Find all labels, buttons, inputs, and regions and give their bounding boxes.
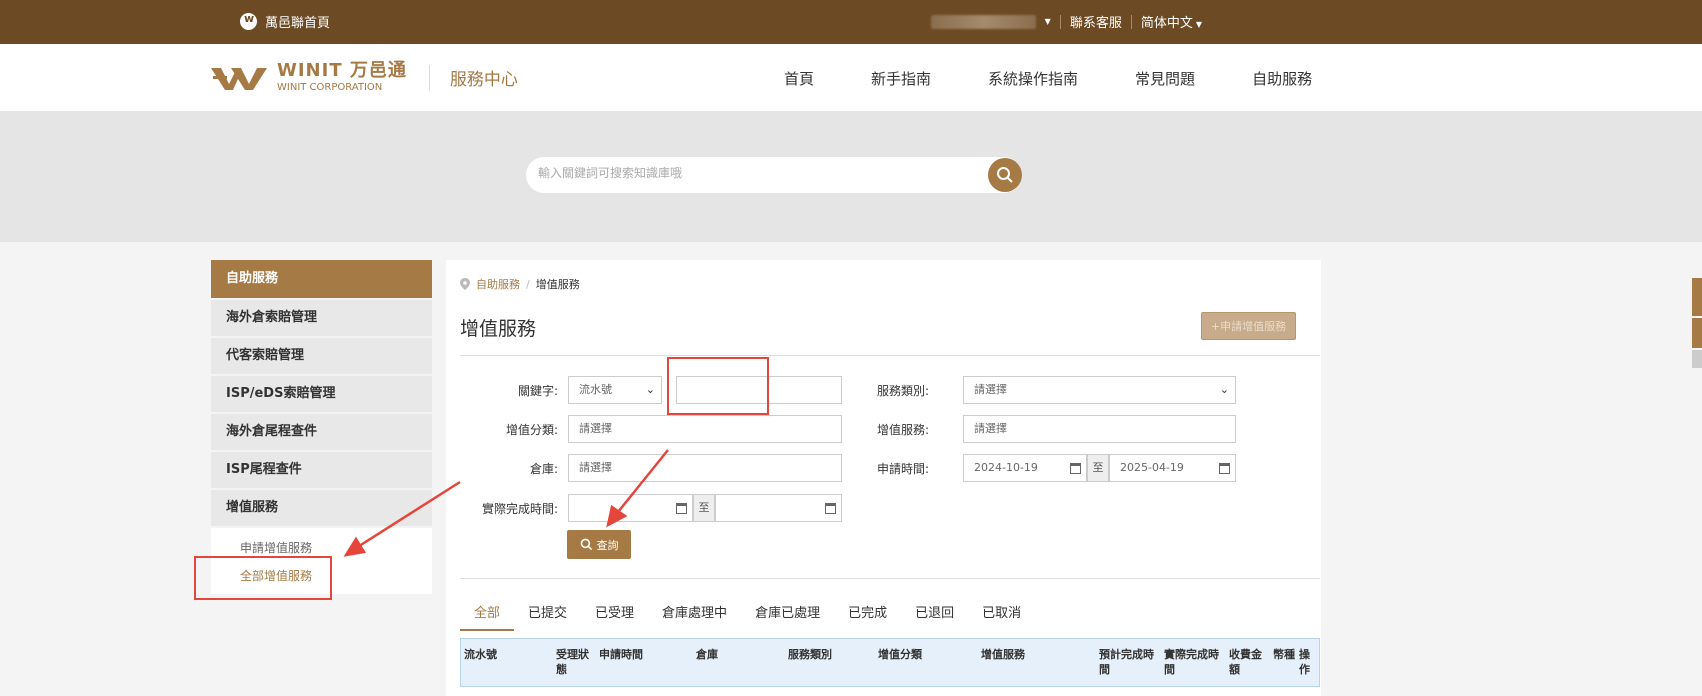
table-header: 流水號 受理狀態 申請時間 倉庫 服務類別 增值分類 增值服務 預計完成時間 實…: [460, 638, 1320, 687]
sidebar: 自助服務 海外倉索賠管理 代客索賠管理 ISP/eDS索賠管理 海外倉尾程查件 …: [211, 260, 432, 594]
search-icon: [580, 538, 592, 551]
main-nav: 首頁 新手指南 系統操作指南 常見問題 自助服務: [784, 68, 1312, 89]
sidebar-item-agent-claims[interactable]: 代客索賠管理: [211, 338, 432, 374]
search-input[interactable]: [538, 166, 958, 180]
float-tab-2[interactable]: [1692, 318, 1702, 348]
page-title: 增值服務: [460, 318, 537, 340]
col-fee: 收費金額: [1229, 648, 1262, 676]
search-button[interactable]: [988, 158, 1022, 192]
vas-label: 增值服務:: [876, 423, 929, 437]
query-button[interactable]: 查詢: [567, 530, 631, 559]
brand-mark: WINIT: [277, 60, 343, 81]
breadcrumb-current: 增值服務: [535, 278, 580, 291]
nav-beginner-guide[interactable]: 新手指南: [871, 68, 931, 89]
annotation-box-all-services: [194, 556, 332, 600]
calendar-icon: [1070, 463, 1081, 474]
nav-self-service[interactable]: 自助服務: [1252, 68, 1312, 89]
brand-en: WINIT CORPORATION: [277, 82, 383, 93]
brand-cn: 万邑通: [349, 60, 407, 81]
col-vas: 增值服務: [981, 648, 1025, 661]
tab-submitted[interactable]: 已提交: [514, 602, 581, 631]
service-type-select[interactable]: 請選擇 ⌄: [963, 376, 1236, 404]
home-link[interactable]: 萬邑聯首頁: [240, 12, 330, 31]
annotation-box-keyword: [667, 357, 769, 415]
nav-faq[interactable]: 常見問題: [1135, 68, 1195, 89]
apply-time-from[interactable]: 2024-10-19: [963, 454, 1087, 482]
float-tab-1[interactable]: [1692, 278, 1702, 316]
col-apply-time: 申請時間: [599, 648, 643, 661]
tab-warehouse-processing[interactable]: 倉庫處理中: [648, 602, 741, 631]
apply-time-to[interactable]: 2025-04-19: [1109, 454, 1236, 482]
nav-system-guide[interactable]: 系統操作指南: [988, 68, 1078, 89]
tab-warehouse-processed[interactable]: 倉庫已處理: [741, 602, 834, 631]
chevron-down-icon: ⌄: [1219, 383, 1229, 396]
tab-returned[interactable]: 已退回: [901, 602, 968, 631]
caret-down-icon[interactable]: ▼: [1045, 17, 1051, 26]
col-actual-time: 實際完成時間: [1164, 648, 1219, 676]
sidebar-item-isp-tracking[interactable]: ISP尾程查件: [211, 452, 432, 488]
tab-completed[interactable]: 已完成: [834, 602, 901, 631]
sidebar-item-overseas-claims[interactable]: 海外倉索賠管理: [211, 300, 432, 336]
caret-down-icon: ▼: [1195, 20, 1202, 29]
category-select[interactable]: 請選擇: [568, 415, 842, 443]
calendar-icon: [676, 503, 687, 514]
sidebar-item-value-added[interactable]: 增值服務: [211, 490, 432, 526]
top-bar: 萬邑聯首頁 ▼ 聯系客服 简体中文▼: [0, 0, 1702, 44]
chevron-down-icon: ⌄: [645, 383, 655, 396]
tab-cancelled[interactable]: 已取消: [968, 602, 1035, 631]
language-selector[interactable]: 简体中文 ▼: [1141, 12, 1202, 31]
col-service-type: 服務類別: [788, 648, 832, 661]
col-serial: 流水號: [464, 648, 497, 661]
winit-w-logo-icon: [211, 67, 267, 90]
sidebar-item-overseas-tracking[interactable]: 海外倉尾程查件: [211, 414, 432, 450]
tab-accepted[interactable]: 已受理: [581, 602, 648, 631]
service-type-label: 服務類別:: [876, 384, 929, 398]
search-icon: [997, 167, 1013, 183]
float-tab-3[interactable]: [1692, 350, 1702, 368]
warehouse-select[interactable]: 請選擇: [568, 454, 842, 482]
winit-logo-icon: [240, 12, 257, 30]
date-range-separator: 至: [693, 494, 715, 522]
breadcrumb: 自助服務 / 增值服務: [460, 276, 580, 292]
home-link-label: 萬邑聯首頁: [265, 16, 331, 31]
col-warehouse: 倉庫: [696, 648, 718, 661]
category-label: 增值分類:: [505, 423, 558, 437]
date-range-separator: 至: [1087, 454, 1109, 482]
vas-select[interactable]: 請選擇: [963, 415, 1236, 443]
col-action: 操作: [1299, 648, 1310, 676]
apply-time-label: 申請時間:: [876, 462, 929, 476]
col-category: 增值分類: [878, 648, 922, 661]
main-panel: 自助服務 / 增值服務 增值服務 +申請增值服務 關鍵字: 流水號 ⌄ 服務類別…: [446, 260, 1321, 696]
site-header: WINIT 万邑通 WINIT CORPORATION 服務中心 首頁 新手指南…: [0, 44, 1702, 111]
col-estimated-time: 預計完成時間: [1099, 648, 1154, 676]
knowledge-search: [526, 157, 1022, 193]
sidebar-item-isp-eds-claims[interactable]: ISP/eDS索賠管理: [211, 376, 432, 412]
actual-time-from[interactable]: [568, 494, 693, 522]
status-tabs: 全部 已提交 已受理 倉庫處理中 倉庫已處理 已完成 已退回 已取消: [460, 602, 1035, 631]
calendar-icon: [825, 503, 836, 514]
brand-logo[interactable]: WINIT 万邑通 WINIT CORPORATION 服務中心: [211, 62, 518, 93]
apply-value-added-button[interactable]: +申請增值服務: [1201, 312, 1296, 340]
keyword-label: 關鍵字:: [517, 384, 558, 398]
actual-time-to[interactable]: [715, 494, 842, 522]
service-center-title: 服務中心: [449, 70, 518, 90]
col-currency: 幣種: [1273, 648, 1295, 661]
col-status: 受理狀態: [556, 648, 589, 676]
actual-time-label: 實際完成時間:: [481, 502, 558, 516]
breadcrumb-self-service[interactable]: 自助服務: [476, 276, 520, 292]
customer-service-link[interactable]: 聯系客服: [1070, 12, 1122, 31]
nav-home[interactable]: 首頁: [784, 68, 814, 89]
keyword-type-select[interactable]: 流水號 ⌄: [568, 376, 662, 404]
user-name-redacted[interactable]: [930, 14, 1036, 29]
warehouse-label: 倉庫:: [529, 462, 558, 476]
sidebar-header[interactable]: 自助服務: [211, 260, 432, 298]
tab-all[interactable]: 全部: [460, 602, 515, 631]
location-pin-icon: [460, 278, 470, 290]
search-banner: [0, 111, 1702, 242]
calendar-icon: [1219, 463, 1230, 474]
